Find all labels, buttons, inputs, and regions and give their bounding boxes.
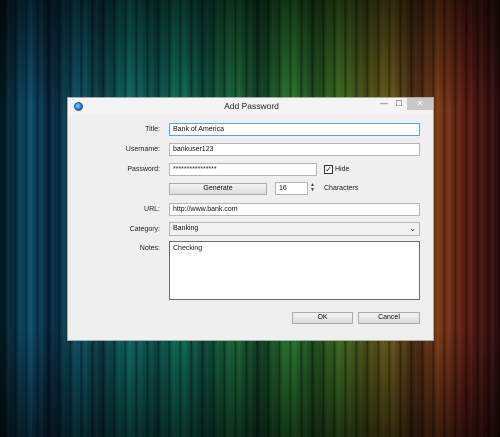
hide-checkbox[interactable]: ✓ (324, 165, 333, 174)
generate-button[interactable]: Generate (169, 183, 267, 195)
checkmark-icon: ✓ (325, 165, 332, 174)
username-input[interactable]: bankuser123 (169, 143, 420, 156)
maximize-button[interactable]: ☐ (392, 98, 406, 110)
characters-label: Characters (324, 185, 359, 192)
category-select[interactable]: Banking ⌄ (169, 222, 420, 236)
title-bar[interactable]: Add Password — ☐ ✕ (68, 98, 433, 115)
notes-textarea[interactable]: Checking (169, 241, 420, 300)
cancel-button[interactable]: Cancel (358, 312, 420, 324)
stepper-down-icon[interactable]: ▼ (309, 188, 316, 193)
title-label: Title: (145, 126, 160, 133)
username-label: Username: (125, 146, 160, 153)
length-stepper[interactable]: ▲ ▼ (309, 183, 316, 194)
category-label: Category: (129, 226, 160, 233)
hide-label: Hide (335, 166, 350, 173)
notes-label: Notes: (139, 245, 160, 252)
password-input[interactable]: **************** (169, 163, 317, 176)
password-label: Password: (127, 166, 160, 173)
category-value: Banking (173, 225, 199, 232)
close-button[interactable]: ✕ (407, 98, 433, 110)
ok-button[interactable]: OK (292, 312, 353, 324)
url-label: URL: (144, 206, 160, 213)
chevron-down-icon: ⌄ (409, 224, 416, 233)
url-input[interactable]: http://www.bank.com (169, 203, 420, 216)
length-input[interactable]: 16 (275, 182, 308, 195)
title-input[interactable]: Bank of America (169, 123, 420, 136)
minimize-button[interactable]: — (377, 98, 391, 110)
